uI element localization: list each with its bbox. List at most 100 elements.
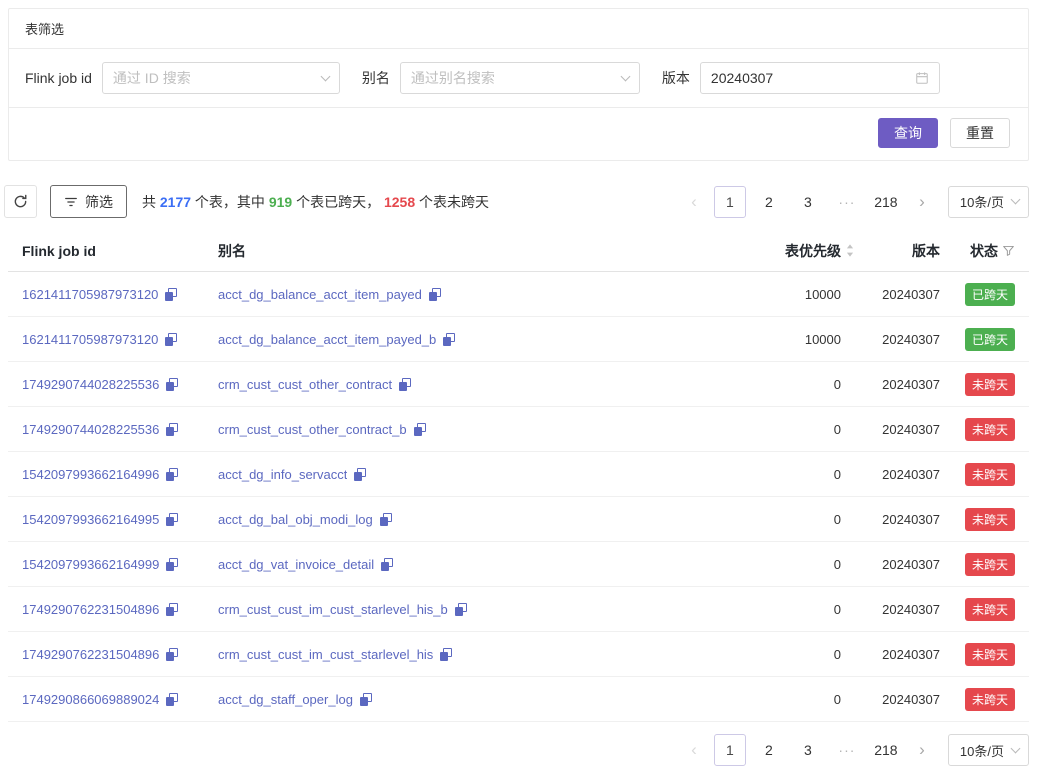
copy-icon[interactable] <box>360 693 372 706</box>
page-size-value: 10条/页 <box>960 741 1004 760</box>
uncrossed-count: 1258 <box>384 194 415 210</box>
priority-value: 10000 <box>735 287 855 302</box>
alias-link[interactable]: acct_dg_staff_oper_log <box>218 692 353 707</box>
alias-link[interactable]: crm_cust_cust_other_contract <box>218 377 392 392</box>
filter-panel-title: 表筛选 <box>9 9 1028 49</box>
page-button-3[interactable]: 3 <box>792 734 824 766</box>
flink-job-id-link[interactable]: 1542097993662164999 <box>22 557 159 572</box>
alias-link[interactable]: acct_dg_balance_acct_item_payed <box>218 287 422 302</box>
page-size-select[interactable]: 10条/页 <box>948 734 1029 766</box>
alias-link[interactable]: acct_dg_bal_obj_modi_log <box>218 512 373 527</box>
page-button-2[interactable]: 2 <box>753 186 785 218</box>
page-button-2[interactable]: 2 <box>753 734 785 766</box>
table-row: 1542097993662164995 acct_dg_bal_obj_modi… <box>8 497 1029 542</box>
copy-icon[interactable] <box>399 378 411 391</box>
copy-icon[interactable] <box>429 288 441 301</box>
reset-button[interactable]: 重置 <box>950 118 1010 148</box>
page-size-select[interactable]: 10条/页 <box>948 186 1029 218</box>
pagination-next[interactable]: › <box>909 734 935 766</box>
copy-icon[interactable] <box>166 378 178 391</box>
flink-job-id-link[interactable]: 1749290866069889024 <box>22 692 159 707</box>
copy-icon[interactable] <box>165 333 177 346</box>
calendar-icon <box>915 71 929 85</box>
flink-job-id-link[interactable]: 1749290744028225536 <box>22 422 159 437</box>
copy-icon[interactable] <box>166 603 178 616</box>
copy-icon[interactable] <box>165 288 177 301</box>
flink-job-id-link[interactable]: 1749290744028225536 <box>22 377 159 392</box>
funnel-filter-icon[interactable] <box>1002 244 1015 257</box>
copy-icon[interactable] <box>455 603 467 616</box>
version-value: 20240307 <box>855 512 940 527</box>
page-button-1[interactable]: 1 <box>714 734 746 766</box>
filter-toggle-button[interactable]: 筛选 <box>50 185 127 218</box>
status-badge: 未跨天 <box>965 463 1015 486</box>
version-value: 20240307 <box>855 602 940 617</box>
page-button-1[interactable]: 1 <box>714 186 746 218</box>
table-row: 1749290762231504896 crm_cust_cust_im_cus… <box>8 587 1029 632</box>
total-count: 2177 <box>160 194 191 210</box>
version-label: 版本 <box>662 68 690 88</box>
alias-link[interactable]: crm_cust_cust_im_cust_starlevel_his <box>218 647 433 662</box>
copy-icon[interactable] <box>381 558 393 571</box>
priority-value: 0 <box>735 647 855 662</box>
refresh-icon <box>13 194 28 209</box>
copy-icon[interactable] <box>380 513 392 526</box>
version-value: 20240307 <box>855 692 940 707</box>
copy-icon[interactable] <box>443 333 455 346</box>
filter-toggle-label: 筛选 <box>85 192 113 212</box>
page-button-218[interactable]: 218 <box>870 186 902 218</box>
priority-value: 0 <box>735 692 855 707</box>
flink-job-id-link[interactable]: 1621411705987973120 <box>22 332 158 347</box>
sort-icon[interactable] <box>845 243 855 258</box>
col-header-priority[interactable]: 表优先级 <box>735 241 855 261</box>
alias-link[interactable]: acct_dg_balance_acct_item_payed_b <box>218 332 436 347</box>
table-row: 1749290866069889024 acct_dg_staff_oper_l… <box>8 677 1029 722</box>
page-button-218[interactable]: 218 <box>870 734 902 766</box>
flink-job-id-link[interactable]: 1749290762231504896 <box>22 647 159 662</box>
copy-icon[interactable] <box>166 423 178 436</box>
copy-icon[interactable] <box>166 513 178 526</box>
copy-icon[interactable] <box>166 648 178 661</box>
flink-job-id-link[interactable]: 1749290762231504896 <box>22 602 159 617</box>
version-value: 20240307 <box>855 287 940 302</box>
flink-job-id-select[interactable]: 通过 ID 搜索 <box>102 62 340 94</box>
copy-icon[interactable] <box>166 468 178 481</box>
chevron-down-icon <box>1011 743 1021 753</box>
table-row: 1542097993662164999 acct_dg_vat_invoice_… <box>8 542 1029 587</box>
version-date-input[interactable]: 20240307 <box>700 62 940 94</box>
pagination-next[interactable]: › <box>909 186 935 218</box>
refresh-button[interactable] <box>4 185 37 218</box>
copy-icon[interactable] <box>414 423 426 436</box>
flink-job-id-link[interactable]: 1542097993662164995 <box>22 512 159 527</box>
alias-link[interactable]: acct_dg_vat_invoice_detail <box>218 557 374 572</box>
copy-icon[interactable] <box>166 693 178 706</box>
copy-icon[interactable] <box>166 558 178 571</box>
copy-icon[interactable] <box>354 468 366 481</box>
version-value: 20240307 <box>855 422 940 437</box>
priority-value: 0 <box>735 467 855 482</box>
table-row: 1749290744028225536 crm_cust_cust_other_… <box>8 362 1029 407</box>
priority-value: 0 <box>735 422 855 437</box>
page-button-3[interactable]: 3 <box>792 186 824 218</box>
pagination-prev[interactable]: ‹ <box>681 186 707 218</box>
alias-link[interactable]: crm_cust_cust_other_contract_b <box>218 422 407 437</box>
pagination-prev[interactable]: ‹ <box>681 734 707 766</box>
flink-job-id-link[interactable]: 1621411705987973120 <box>22 287 158 302</box>
version-value: 20240307 <box>855 467 940 482</box>
chevron-down-icon <box>1011 195 1021 205</box>
table-header-row: Flink job id 别名 表优先级 版本 状态 <box>8 230 1029 272</box>
alias-link[interactable]: acct_dg_info_servacct <box>218 467 347 482</box>
flink-job-id-link[interactable]: 1542097993662164996 <box>22 467 159 482</box>
query-button[interactable]: 查询 <box>878 118 938 148</box>
table-row: 1542097993662164996 acct_dg_info_servacc… <box>8 452 1029 497</box>
pagination-ellipsis[interactable]: ··· <box>831 734 863 766</box>
status-badge: 未跨天 <box>965 598 1015 621</box>
priority-value: 0 <box>735 377 855 392</box>
copy-icon[interactable] <box>440 648 452 661</box>
alias-link[interactable]: crm_cust_cust_im_cust_starlevel_his_b <box>218 602 448 617</box>
page-size-value: 10条/页 <box>960 192 1004 211</box>
table-row: 1749290762231504896 crm_cust_cust_im_cus… <box>8 632 1029 677</box>
pagination-ellipsis[interactable]: ··· <box>831 186 863 218</box>
alias-select[interactable]: 通过别名搜索 <box>400 62 640 94</box>
priority-value: 10000 <box>735 332 855 347</box>
